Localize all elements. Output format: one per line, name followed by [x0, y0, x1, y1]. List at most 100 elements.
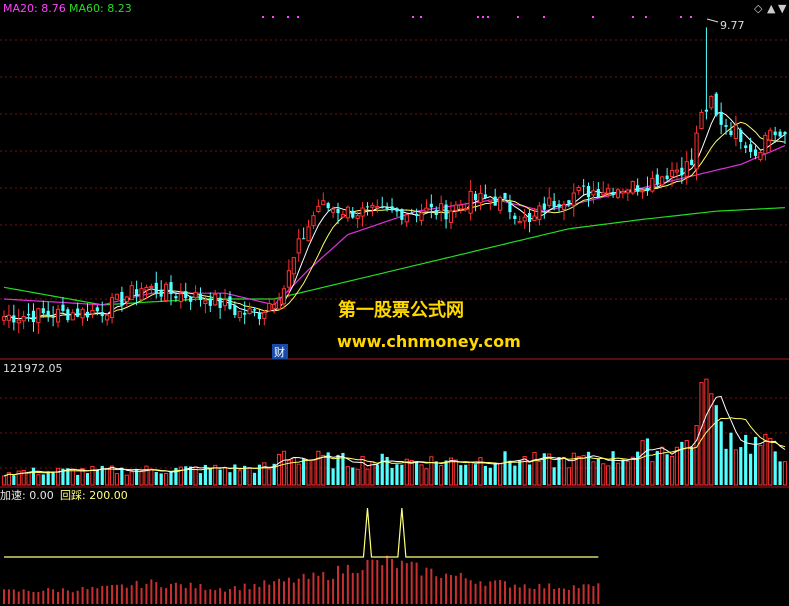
signal-dot [645, 16, 647, 18]
candle-body [709, 95, 714, 109]
candle-body [360, 207, 365, 217]
candle-body [66, 309, 70, 321]
candle-body [463, 208, 468, 211]
volume-bar [468, 461, 473, 486]
scroll-up-icon[interactable]: ▲ [767, 2, 776, 15]
candle-body [439, 203, 444, 212]
volume-bar [198, 473, 203, 485]
ma10-path [3, 121, 786, 320]
candle-body [100, 312, 104, 317]
stock-chart: MA20: 8.76 MA60: 8.23 ◇ ▲ ▼ 9.77 财 第一股票公… [0, 2, 789, 604]
volume-bar [228, 472, 232, 485]
volume-bar [684, 440, 689, 486]
volume-bar [758, 444, 763, 486]
candle-body [16, 319, 21, 324]
volume-bar [625, 460, 630, 486]
candle-body [385, 207, 389, 209]
volume-bar [1, 475, 7, 486]
candle-body [375, 206, 380, 209]
candle-body [302, 238, 306, 240]
volume-bar [331, 468, 335, 485]
high-label: 9.77 [720, 19, 745, 32]
event-marker[interactable]: 财 [274, 345, 285, 359]
grid-lines [0, 39, 789, 488]
candle-body [135, 289, 139, 296]
candle-body [424, 207, 429, 212]
diamond-icon[interactable]: ◇ [754, 2, 763, 15]
candle-body [744, 145, 748, 149]
signal-dot [543, 16, 545, 18]
candle-body [139, 288, 144, 301]
candle-body [729, 130, 733, 135]
signal-dot [412, 16, 414, 18]
candle-body [488, 199, 493, 202]
volume-bar [694, 425, 699, 486]
candle-body [468, 190, 473, 214]
candle-body [699, 111, 704, 130]
volume-bar [552, 467, 556, 485]
candle-body [783, 131, 787, 135]
volume-bar [513, 465, 517, 485]
candle-body [21, 316, 26, 322]
candle-body [665, 175, 669, 180]
volume-bar [247, 467, 252, 486]
volume-bar [621, 459, 625, 485]
candle-body [552, 201, 556, 207]
volume-bar [345, 466, 350, 486]
candle-body [228, 296, 232, 309]
signal-dot [297, 16, 299, 18]
volume-bar [665, 454, 669, 485]
candle-body [749, 144, 753, 152]
candle-body [184, 291, 188, 299]
candle-body [576, 186, 581, 192]
candle-body [61, 304, 65, 311]
candle-body [493, 196, 497, 206]
candle-body [46, 310, 50, 316]
volume-bar [169, 471, 173, 485]
candle-body [601, 192, 606, 196]
signal-dot [262, 16, 264, 18]
candle-body [596, 189, 600, 198]
candle-body [690, 159, 694, 166]
volume-bar [453, 459, 458, 486]
candle-body [114, 293, 120, 300]
candle-body [124, 296, 129, 302]
candle-body [193, 291, 198, 298]
volume-bar [149, 468, 154, 486]
signal-dots [262, 16, 692, 18]
candle-body [370, 204, 375, 208]
scroll-down-icon[interactable]: ▼ [778, 2, 787, 15]
candle-body [542, 203, 546, 210]
volume-bar [124, 474, 129, 486]
candle-body [415, 213, 419, 216]
volume-bar [222, 467, 228, 486]
volume-bar [655, 450, 659, 485]
volume-bar [144, 465, 149, 486]
candle-body [311, 215, 316, 227]
candle-body [586, 185, 591, 198]
volume-bar [90, 465, 95, 486]
candle-body [674, 169, 680, 173]
candle-body [591, 190, 596, 196]
volume-bar [606, 465, 611, 486]
candle-body [262, 311, 267, 319]
volume-bar [237, 470, 242, 486]
volume-bar [355, 468, 360, 486]
ma10-line [3, 121, 786, 320]
candle-body [660, 176, 665, 186]
candle-body [630, 180, 635, 194]
signal-dot [690, 16, 692, 18]
volume-bar [267, 468, 272, 486]
volume-bar [561, 456, 567, 486]
volume-bar [488, 467, 492, 485]
volume-bar [139, 471, 144, 486]
volume-bar [70, 468, 75, 486]
indicator-legend-accel: 加速: 0.00 [0, 489, 54, 502]
volume-bar [36, 474, 41, 486]
candle-body [247, 308, 252, 315]
volume-bar [380, 453, 384, 485]
candle-body [753, 149, 758, 156]
ma20-legend: MA20: 8.76 [3, 2, 66, 15]
candle-body [719, 112, 723, 125]
candle-body [306, 226, 311, 242]
